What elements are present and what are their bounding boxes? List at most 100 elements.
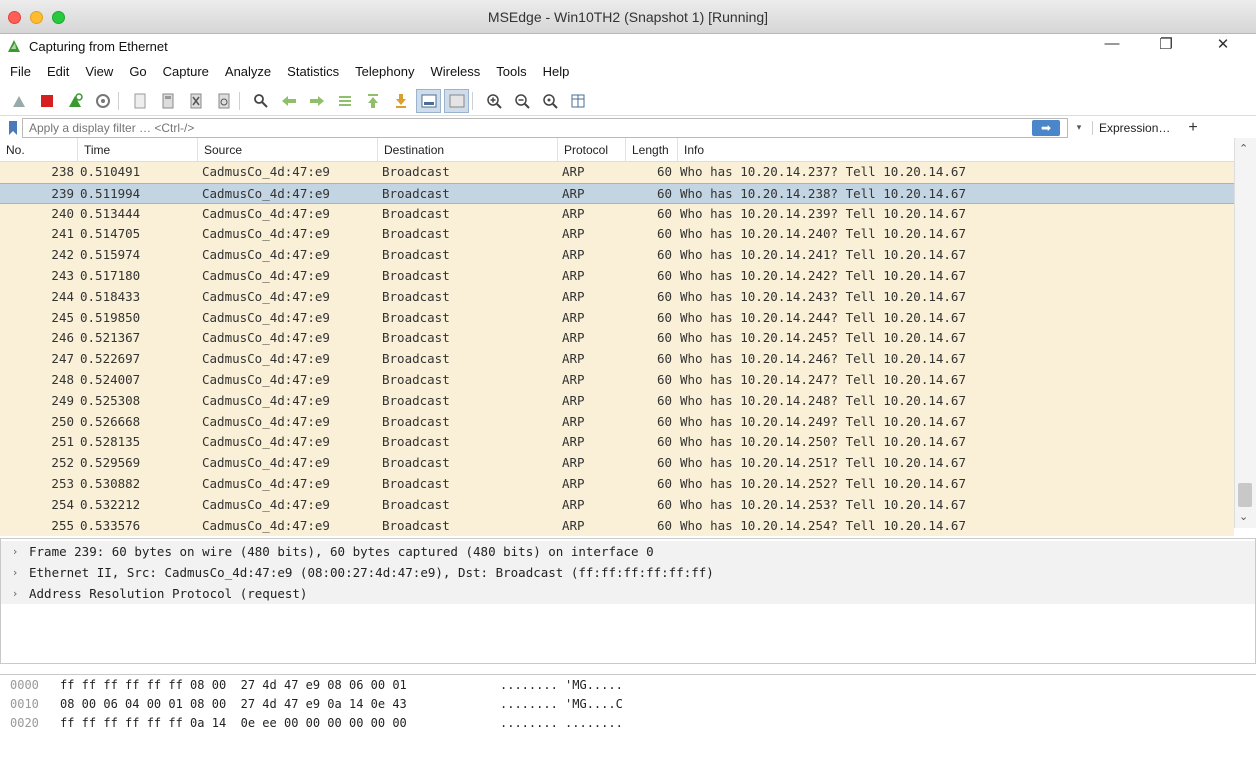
expand-arrow-icon[interactable]: › <box>1 545 29 558</box>
packet-row[interactable]: 252 0.529569 CadmusCo_4d:47:e9 Broadcast ARP… <box>0 453 1234 474</box>
packet-destination: Broadcast <box>382 185 450 201</box>
packet-protocol: ARP <box>562 267 585 283</box>
zoom-in-icon[interactable] <box>481 89 506 113</box>
menu-help[interactable]: Help <box>535 58 578 86</box>
packet-no: 251 <box>51 434 74 450</box>
packet-row[interactable]: 243 0.517180 CadmusCo_4d:47:e9 Broadcast ARP… <box>0 265 1234 287</box>
packet-row[interactable]: 242 0.515974 CadmusCo_4d:47:e9 Broadcast ARP… <box>0 245 1234 266</box>
expression-button[interactable]: Expression… <box>1092 120 1170 135</box>
reload-file-icon[interactable] <box>211 89 236 113</box>
packet-row[interactable]: 244 0.518433 CadmusCo_4d:47:e9 Broadcast ARP… <box>0 286 1234 308</box>
packet-row[interactable]: 239 0.511994 CadmusCo_4d:47:e9 Broadcast ARP… <box>0 182 1234 204</box>
autoscroll-icon[interactable] <box>416 88 441 113</box>
packet-row[interactable]: 241 0.514705 CadmusCo_4d:47:e9 Broadcast ARP… <box>0 224 1234 246</box>
packet-info: Who has 10.20.14.242? Tell 10.20.14.67 <box>680 267 966 283</box>
menu-capture[interactable]: Capture <box>155 58 217 86</box>
go-back-icon[interactable] <box>276 89 301 113</box>
go-forward-icon[interactable] <box>304 89 329 113</box>
first-packet-icon[interactable] <box>360 89 385 113</box>
packet-protocol: ARP <box>562 392 585 408</box>
app-titlebar: Capturing from Ethernet — ❐ ✕ <box>0 34 1256 58</box>
expand-arrow-icon[interactable]: › <box>1 587 29 600</box>
save-file-icon[interactable] <box>155 89 180 113</box>
hex-row[interactable]: 0020 ff ff ff ff ff ff 0a 14 0e ee 00 00… <box>0 714 1256 732</box>
packet-source: CadmusCo_4d:47:e9 <box>202 455 330 471</box>
scroll-up-icon[interactable]: ⌃ <box>1239 142 1248 155</box>
close-button[interactable]: ✕ <box>1203 35 1243 53</box>
hex-bytes: 08 00 06 04 00 01 08 00 27 4d 47 e9 0a 1… <box>60 697 407 711</box>
menu-analyze[interactable]: Analyze <box>217 58 279 86</box>
menu-bar: File Edit View Go Capture Analyze Statis… <box>0 58 1256 86</box>
zoom-out-icon[interactable] <box>509 89 534 113</box>
column-header-destination[interactable]: Destination <box>378 138 558 161</box>
packet-row[interactable]: 250 0.526668 CadmusCo_4d:47:e9 Broadcast ARP… <box>0 411 1234 433</box>
packet-info: Who has 10.20.14.245? Tell 10.20.14.67 <box>680 330 966 346</box>
main-toolbar <box>0 86 1256 116</box>
outer-window-titlebar: MSEdge - Win10TH2 (Snapshot 1) [Running] <box>0 0 1256 34</box>
outer-window-title: MSEdge - Win10TH2 (Snapshot 1) [Running] <box>487 9 769 25</box>
packet-row[interactable]: 254 0.532212 CadmusCo_4d:47:e9 Broadcast ARP… <box>0 494 1234 516</box>
menu-tools[interactable]: Tools <box>488 58 534 86</box>
expand-arrow-icon[interactable]: › <box>1 566 29 579</box>
add-filter-button[interactable]: + <box>1188 119 1197 137</box>
colorize-icon[interactable] <box>444 88 469 113</box>
last-packet-icon[interactable] <box>388 89 413 113</box>
packet-row[interactable]: 238 0.510491 CadmusCo_4d:47:e9 Broadcast ARP… <box>0 162 1234 183</box>
packet-row[interactable]: 249 0.525308 CadmusCo_4d:47:e9 Broadcast ARP… <box>0 390 1234 412</box>
find-packet-icon[interactable] <box>248 89 273 113</box>
hex-offset: 0010 <box>10 697 39 711</box>
packet-row[interactable]: 240 0.513444 CadmusCo_4d:47:e9 Broadcast ARP… <box>0 203 1234 225</box>
column-header-info[interactable]: Info <box>678 138 1256 161</box>
menu-view[interactable]: View <box>77 58 121 86</box>
packet-row[interactable]: 255 0.533576 CadmusCo_4d:47:e9 Broadcast ARP… <box>0 515 1234 537</box>
filter-history-dropdown[interactable]: ▾ <box>1072 122 1086 133</box>
scroll-down-icon[interactable]: ⌄ <box>1239 510 1248 523</box>
detail-ethernet[interactable]: › Ethernet II, Src: CadmusCo_4d:47:e9 (0… <box>1 562 1255 583</box>
packet-info: Who has 10.20.14.251? Tell 10.20.14.67 <box>680 455 966 471</box>
apply-filter-button[interactable]: ➡ <box>1032 119 1060 136</box>
menu-wireless[interactable]: Wireless <box>422 58 488 86</box>
detail-frame[interactable]: › Frame 239: 60 bytes on wire (480 bits)… <box>1 541 1255 562</box>
open-file-icon[interactable] <box>127 89 152 113</box>
stop-capture-icon[interactable] <box>34 89 59 113</box>
packet-row[interactable]: 245 0.519850 CadmusCo_4d:47:e9 Broadcast ARP… <box>0 307 1234 329</box>
column-header-time[interactable]: Time <box>78 138 198 161</box>
packet-row[interactable]: 251 0.528135 CadmusCo_4d:47:e9 Broadcast ARP… <box>0 432 1234 454</box>
normal-size-icon[interactable] <box>537 89 562 113</box>
column-header-protocol[interactable]: Protocol <box>558 138 626 161</box>
packet-length: 60 <box>656 288 672 304</box>
packet-protocol: ARP <box>562 455 585 471</box>
packet-list-scrollbar[interactable]: ⌃ ⌄ <box>1234 138 1256 528</box>
hex-row[interactable]: 0010 08 00 06 04 00 01 08 00 27 4d 47 e9… <box>0 695 1256 713</box>
minimize-button[interactable]: — <box>1092 35 1132 52</box>
display-filter-input[interactable] <box>22 117 1068 138</box>
packet-row[interactable]: 253 0.530882 CadmusCo_4d:47:e9 Broadcast ARP… <box>0 473 1234 495</box>
capture-options-icon[interactable] <box>90 89 115 113</box>
close-file-icon[interactable] <box>183 89 208 113</box>
packet-row[interactable]: 248 0.524007 CadmusCo_4d:47:e9 Broadcast ARP… <box>0 369 1234 391</box>
packet-info: Who has 10.20.14.237? Tell 10.20.14.67 <box>680 164 966 179</box>
hex-ascii: ........ 'MG..... <box>500 678 623 692</box>
packet-length: 60 <box>656 496 672 512</box>
go-to-packet-icon[interactable] <box>332 89 357 113</box>
packet-source: CadmusCo_4d:47:e9 <box>202 309 330 325</box>
packet-info: Who has 10.20.14.243? Tell 10.20.14.67 <box>680 288 966 304</box>
menu-file[interactable]: File <box>2 58 39 86</box>
menu-statistics[interactable]: Statistics <box>279 58 347 86</box>
menu-edit[interactable]: Edit <box>39 58 77 86</box>
resize-columns-icon[interactable] <box>565 89 590 113</box>
restart-capture-icon[interactable] <box>62 89 87 113</box>
menu-go[interactable]: Go <box>121 58 154 86</box>
filter-bookmark-icon[interactable] <box>4 118 22 138</box>
restore-button[interactable]: ❐ <box>1146 35 1186 53</box>
column-header-no[interactable]: No. <box>0 138 78 161</box>
packet-row[interactable]: 246 0.521367 CadmusCo_4d:47:e9 Broadcast ARP… <box>0 328 1234 350</box>
detail-arp[interactable]: › Address Resolution Protocol (request) <box>1 583 1255 604</box>
column-header-source[interactable]: Source <box>198 138 378 161</box>
scrollbar-thumb[interactable] <box>1238 483 1252 507</box>
hex-row[interactable]: 0000 ff ff ff ff ff ff 08 00 27 4d 47 e9… <box>0 676 1256 694</box>
start-capture-icon[interactable] <box>6 89 31 113</box>
packet-row[interactable]: 247 0.522697 CadmusCo_4d:47:e9 Broadcast ARP… <box>0 349 1234 370</box>
column-header-length[interactable]: Length <box>626 138 678 161</box>
menu-telephony[interactable]: Telephony <box>347 58 422 86</box>
